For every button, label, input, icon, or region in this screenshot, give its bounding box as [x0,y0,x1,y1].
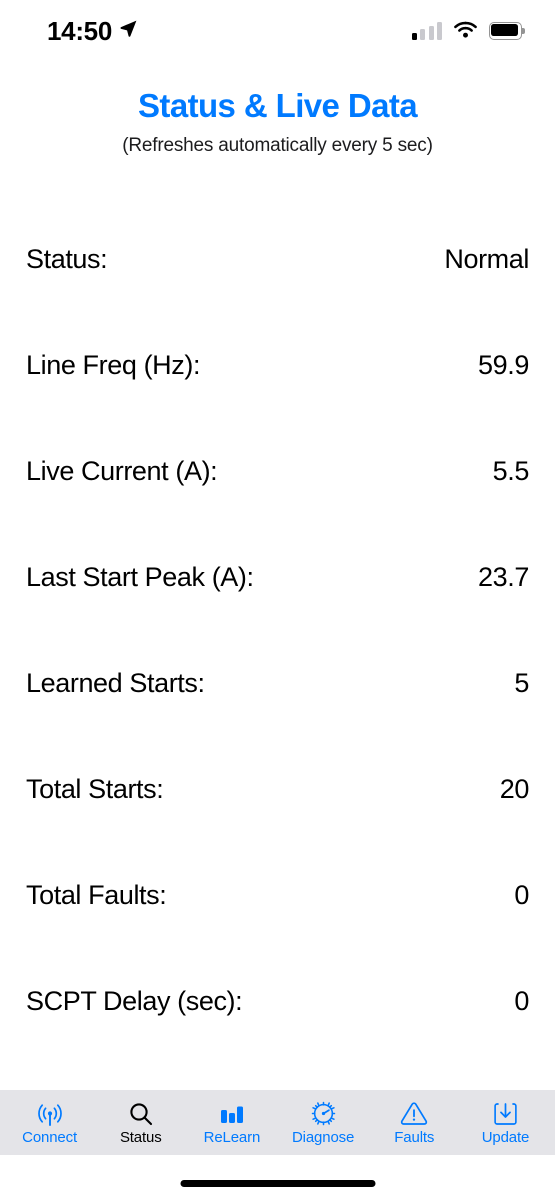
bar-chart-icon [219,1101,245,1127]
row-label: SCPT Delay (sec): [26,985,243,1016]
status-bar-clock: 14:50 [47,15,112,46]
tab-label: Diagnose [292,1128,355,1146]
location-arrow-icon [119,19,138,43]
row-label: Status: [26,243,108,274]
download-tray-icon [493,1101,518,1127]
tab-relearn[interactable]: ReLearn [186,1090,277,1155]
list-item: Line Freq (Hz): 59.9 [0,312,555,418]
row-value: 5.5 [492,455,530,486]
tab-update[interactable]: Update [460,1090,551,1155]
row-value: 5 [514,667,529,698]
tab-bar: Connect Status ReLearn Diagnose Faults U… [0,1090,555,1155]
status-data-list: Status: Normal Line Freq (Hz): 59.9 Live… [0,206,555,1054]
tab-label: Connect [22,1128,77,1146]
app-screen: 14:50 Status & Live Data (Refreshes auto… [0,0,555,1200]
list-item: Last Start Peak (A): 23.7 [0,524,555,630]
tab-label: ReLearn [203,1128,261,1146]
row-label: Total Starts: [26,773,164,804]
list-item: Total Starts: 20 [0,736,555,842]
battery-icon [489,22,525,40]
row-label: Learned Starts: [26,667,205,698]
list-item: Learned Starts: 5 [0,630,555,736]
page-subtitle: (Refreshes automatically every 5 sec) [122,134,433,156]
list-item: Live Current (A): 5.5 [0,418,555,524]
tab-connect[interactable]: Connect [4,1090,95,1155]
wifi-icon [453,20,478,43]
list-item: Total Faults: 0 [0,842,555,948]
row-label: Live Current (A): [26,455,218,486]
gear-gauge-icon [310,1101,337,1127]
row-value: 59.9 [478,349,529,380]
list-item: SCPT Delay (sec): 0 [0,948,555,1054]
row-label: Total Faults: [26,879,167,910]
page-header: Status & Live Data (Refreshes automatica… [0,86,555,157]
cellular-signal-icon [411,22,442,40]
warning-triangle-icon [400,1101,428,1127]
tab-status[interactable]: Status [95,1090,186,1155]
status-bar-left: 14:50 [47,16,138,47]
row-value: Normal [444,243,529,274]
tab-diagnose[interactable]: Diagnose [278,1090,369,1155]
list-item: Status: Normal [0,206,555,312]
tab-faults[interactable]: Faults [369,1090,460,1155]
row-value: 20 [499,773,530,804]
page-title: Status & Live Data [138,87,418,124]
row-label: Line Freq (Hz): [26,349,201,380]
status-bar: 14:50 [0,0,555,62]
row-value: 0 [514,879,529,910]
status-bar-right [411,20,525,43]
home-indicator[interactable] [180,1180,375,1187]
magnifying-glass-icon [128,1101,154,1127]
tab-label: Update [481,1128,530,1146]
row-value: 23.7 [478,561,529,592]
row-label: Last Start Peak (A): [26,561,254,592]
row-value: 0 [514,985,529,1016]
tab-label: Status [119,1128,162,1146]
tab-label: Faults [394,1128,435,1146]
antenna-broadcast-icon [36,1101,64,1127]
